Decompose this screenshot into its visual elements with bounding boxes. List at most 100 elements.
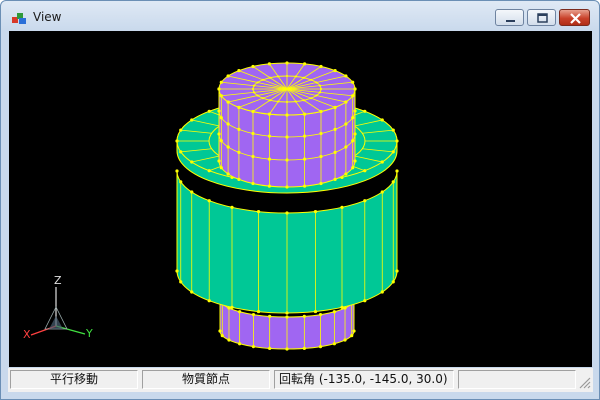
annulus-outer-node	[395, 139, 399, 143]
top-face-inner-node	[268, 76, 272, 79]
upper-shaft-side-node	[333, 150, 337, 154]
main-cylinder-side-node	[285, 311, 289, 315]
main-cylinder-side-node	[313, 209, 318, 214]
annulus-outer-node	[363, 109, 367, 113]
top-face-node	[344, 100, 348, 104]
top-face-inner-node	[309, 97, 313, 100]
main-cylinder-side-node	[363, 299, 367, 303]
upper-shaft-side-node	[267, 184, 272, 188]
upper-shaft-side-node	[353, 159, 357, 163]
upper-shaft-side-node	[219, 116, 223, 120]
top-face-node	[319, 109, 323, 114]
minimize-icon	[506, 20, 515, 22]
main-cylinder-side-node	[313, 309, 318, 314]
model-canvas[interactable]: Z X Y	[9, 31, 592, 367]
upper-shaft-side-node	[267, 134, 272, 138]
app-icon	[12, 13, 26, 24]
top-face-inner-node	[261, 97, 265, 100]
status-pane-mode: 平行移動	[10, 370, 138, 389]
lower-shaft-face-node	[251, 312, 256, 317]
main-cylinder-side-node	[340, 205, 344, 209]
annulus-outer-node	[380, 160, 384, 164]
top-face-inner-node	[277, 75, 280, 78]
lower-shaft-face-node	[302, 314, 306, 318]
x-axis-label: X	[23, 328, 31, 341]
top-face-node	[226, 74, 230, 78]
annulus-outer-node	[380, 118, 384, 122]
annulus-outer-node	[207, 109, 211, 113]
top-face-node	[333, 69, 337, 73]
axis-triad: Z X Y	[23, 274, 93, 341]
upper-shaft-side-node	[267, 157, 272, 161]
top-face-node	[219, 94, 223, 98]
annulus-outer-node	[207, 169, 211, 173]
main-cylinder-side-node	[380, 290, 384, 294]
upper-shaft-side-node	[285, 135, 289, 139]
status-pane-empty	[458, 370, 576, 389]
main-cylinder-side-node	[391, 180, 395, 184]
main-cylinder-side-node	[391, 280, 395, 284]
view-window: View Z X Y 平行移動 物質節点 回転角 (-135.0, -145.0…	[0, 0, 600, 400]
upper-shaft-side-node	[237, 127, 241, 131]
top-face-node	[251, 64, 255, 69]
upper-shaft-side-node	[219, 139, 223, 143]
upper-shaft-side-node	[226, 145, 230, 149]
top-face-inner-node	[285, 100, 289, 104]
top-face-node	[353, 87, 357, 91]
upper-shaft-side-node	[217, 159, 221, 163]
top-face-inner-node	[315, 94, 318, 97]
lower-shaft-face-node	[350, 334, 354, 338]
upper-shaft-side-node	[226, 122, 230, 126]
annulus-outer-node	[391, 128, 395, 132]
lower-shaft-face-node	[302, 346, 306, 350]
top-face-inner-node	[315, 81, 318, 84]
main-cylinder-side-node	[363, 199, 367, 203]
main-cylinder-side-node	[190, 190, 194, 194]
main-cylinder-side-node	[179, 180, 183, 184]
status-bar: 平行移動 物質節点 回転角 (-135.0, -145.0, 30.0)	[8, 368, 593, 392]
top-face-inner-node	[302, 99, 306, 102]
main-cylinder-side-node	[340, 305, 344, 309]
minimize-button[interactable]	[495, 9, 524, 26]
close-button[interactable]	[559, 9, 590, 26]
3d-viewport[interactable]: Z X Y	[9, 31, 592, 367]
lower-shaft-face-node	[238, 310, 242, 314]
main-cylinder-side-node	[207, 199, 211, 203]
top-face-inner-node	[277, 100, 280, 103]
status-pane-selection: 物質節点	[142, 370, 270, 389]
upper-shaft-side-node	[344, 145, 348, 149]
lower-shaft-face-node	[238, 342, 242, 346]
upper-shaft-side-node	[344, 172, 348, 176]
top-face-node	[237, 69, 241, 73]
upper-shaft-side-node	[333, 127, 337, 131]
top-face-node	[285, 61, 289, 65]
top-face-inner-node	[294, 100, 297, 103]
top-face-inner-node	[309, 78, 313, 81]
upper-shaft-side-node	[285, 185, 289, 189]
top-face-node	[302, 112, 307, 116]
title-bar[interactable]: View	[1, 1, 599, 31]
upper-shaft-side-node	[333, 177, 337, 181]
resize-grip-icon[interactable]	[577, 375, 591, 389]
top-face-node	[267, 62, 272, 66]
main-cylinder-side-node	[190, 290, 194, 294]
axis-plane-fill	[49, 316, 63, 329]
maximize-button[interactable]	[527, 9, 556, 26]
upper-shaft-side-node	[351, 139, 355, 143]
annulus-outer-node	[190, 160, 194, 164]
lower-shaft-face-node	[352, 329, 356, 333]
upper-shaft-side-node	[237, 150, 241, 154]
top-face-node	[344, 74, 348, 78]
lower-shaft-face-node	[318, 344, 323, 349]
top-face-inner-node	[318, 84, 321, 87]
upper-shaft-side-node	[319, 154, 323, 159]
upper-shaft-side-node	[251, 154, 255, 159]
lower-shaft-face-node	[285, 347, 289, 351]
top-face-node	[217, 87, 221, 91]
main-cylinder-side-node	[395, 169, 399, 173]
lower-shaft-face-node	[220, 334, 224, 338]
upper-shaft-side-node	[217, 132, 221, 136]
z-axis-label: Z	[54, 274, 62, 287]
annulus-outer-node	[391, 150, 395, 154]
main-cylinder-side-node	[230, 305, 234, 309]
